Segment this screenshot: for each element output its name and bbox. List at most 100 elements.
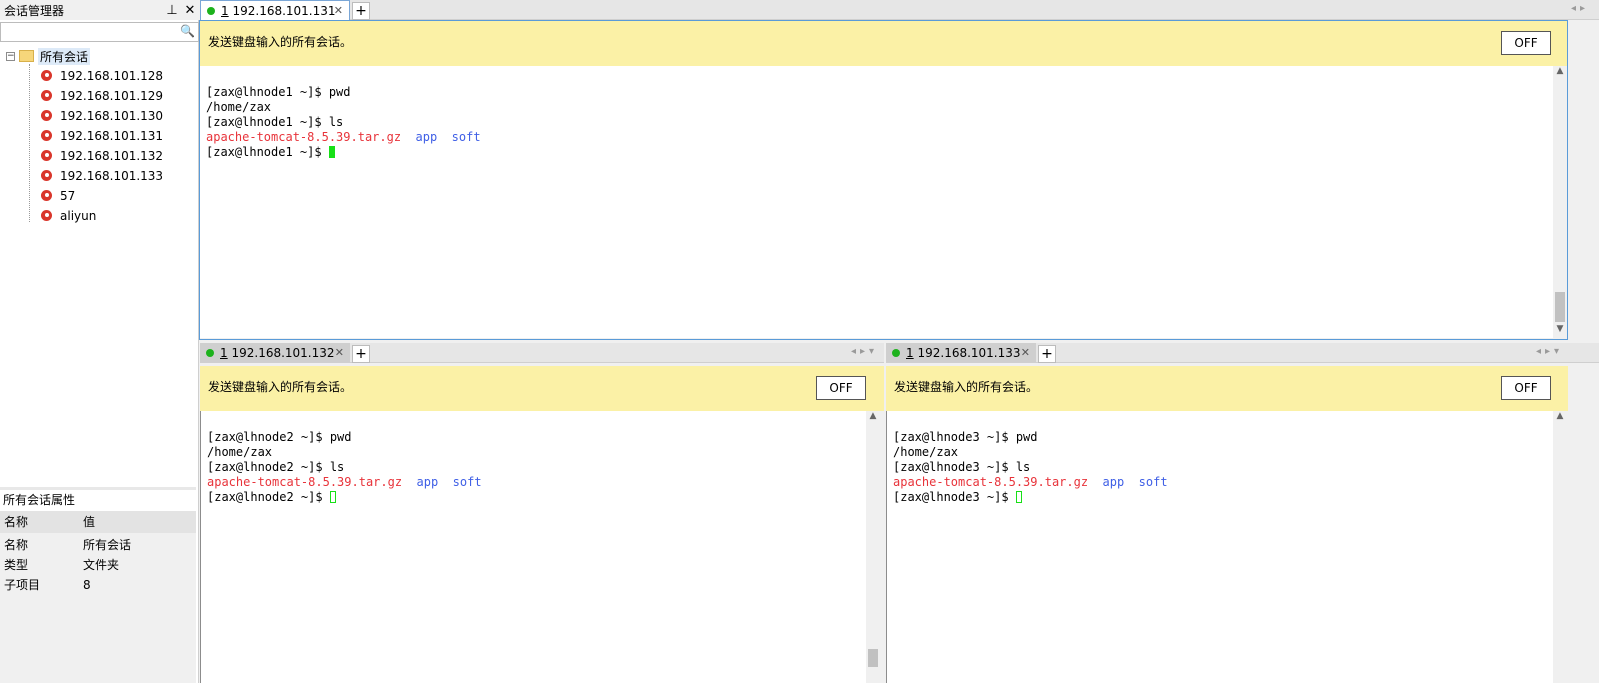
scrollbar-bottom-right[interactable]: ▲ [1553,411,1567,683]
file-archive: apache-tomcat-8.5.39.tar.gz [206,130,402,144]
search-icon[interactable]: 🔍 [180,24,195,38]
dir-soft: soft [1138,475,1168,489]
collapse-icon[interactable]: − [6,51,15,61]
session-icon [38,149,54,163]
terminal-line: [zax@lhnode3 ~]$ [893,490,1016,504]
tab-session-133[interactable]: 1 192.168.101.133 ✕ [886,343,1036,363]
tree-item-session[interactable]: 57 [38,186,75,206]
terminal-cursor [329,491,336,503]
session-manager-title: 会话管理器 [4,3,65,18]
tree-item-session[interactable]: aliyun [38,206,96,226]
scrollbar-bottom-left[interactable]: ▲ [866,411,880,683]
tab-index: 1 [906,346,914,360]
file-archive: apache-tomcat-8.5.39.tar.gz [207,475,403,489]
send-all-banner: 发送键盘输入的所有会话。 OFF [200,21,1567,66]
session-icon [38,169,54,183]
folder-icon [19,50,34,62]
tabbar-top: 1 192.168.101.131 ✕ + ◂▸ [200,0,1599,20]
dir-app: app [1102,475,1125,489]
terminal-line: /home/zax [207,445,273,459]
scroll-down-icon[interactable]: ▼ [1553,324,1567,338]
terminal-cursor [328,146,335,158]
connected-status-icon [206,349,214,357]
properties-col-name: 名称 [4,515,29,529]
property-value: 所有会话 [83,538,132,552]
pin-icon[interactable]: ⊥ [163,3,181,18]
terminal-line: [zax@lhnode2 ~]$ ls [207,460,345,474]
terminal-line: /home/zax [206,100,272,114]
tree-item-session[interactable]: 192.168.101.129 [38,86,163,106]
terminal-bottom-left[interactable]: [zax@lhnode2 ~]$ pwd /home/zax [zax@lhno… [200,411,866,683]
session-label: 192.168.101.128 [60,69,164,83]
banner-text: 发送键盘输入的所有会话。 [208,35,353,49]
terminal-bottom-right[interactable]: [zax@lhnode3 ~]$ pwd /home/zax [zax@lhno… [886,411,1553,683]
scroll-up-icon[interactable]: ▲ [1553,411,1567,425]
session-icon [38,89,54,103]
scroll-thumb[interactable] [1555,292,1565,322]
terminal-line: [zax@lhnode1 ~]$ pwd [206,85,351,99]
tab-session-132[interactable]: 1 192.168.101.132 ✕ [200,343,350,363]
off-button[interactable]: OFF [816,376,866,400]
session-icon [38,209,54,223]
new-tab-button[interactable]: + [352,345,370,363]
close-tab-icon[interactable]: ✕ [334,4,343,17]
session-label: 192.168.101.131 [60,129,164,143]
terminal-line: /home/zax [893,445,959,459]
close-tab-icon[interactable]: ✕ [1021,346,1030,359]
session-icon [38,69,54,83]
off-button[interactable]: OFF [1501,376,1551,400]
banner-text: 发送键盘输入的所有会话。 [208,380,353,394]
tree-item-session[interactable]: 192.168.101.128 [38,66,163,86]
tree-root-all-sessions[interactable]: − 所有会话 [6,46,91,66]
scrollbar-top[interactable]: ▲ ▼ [1553,66,1567,338]
terminal-line: [zax@lhnode3 ~]$ pwd [893,430,1038,444]
session-search-input[interactable]: 🔍 [0,22,199,42]
scroll-up-icon[interactable]: ▲ [1553,66,1567,80]
tab-session-131[interactable]: 1 192.168.101.131 ✕ [200,0,350,20]
send-all-banner: 发送键盘输入的所有会话。 OFF [200,366,884,411]
scroll-thumb[interactable] [868,649,878,667]
dir-app: app [415,130,438,144]
close-icon[interactable]: ✕ [181,3,199,18]
session-label: 57 [60,189,76,203]
property-key: 子项目 [4,578,41,592]
session-label: aliyun [60,209,97,223]
tab-label: 192.168.101.132 [231,346,335,360]
tab-scroll-arrows-icon[interactable]: ◂▸▾ [1536,346,1563,357]
tree-connector-line [29,64,30,222]
session-icon [38,189,54,203]
properties-table: 名称 所有会话 类型 文件夹 子项目 8 [0,533,196,683]
session-icon [38,109,54,123]
properties-col-value: 值 [83,515,96,529]
terminal-top[interactable]: [zax@lhnode1 ~]$ pwd /home/zax [zax@lhno… [200,66,1553,338]
close-tab-icon[interactable]: ✕ [335,346,344,359]
terminal-line: [zax@lhnode2 ~]$ [207,490,330,504]
tree-item-session[interactable]: 192.168.101.130 [38,106,163,126]
off-button[interactable]: OFF [1501,31,1551,55]
session-label: 192.168.101.133 [60,169,164,183]
tabbar-bottom-left: 1 192.168.101.132 ✕ + ◂▸▾ [200,343,884,363]
terminal-line: [zax@lhnode3 ~]$ ls [893,460,1031,474]
tab-scroll-arrows-icon[interactable]: ◂▸▾ [851,346,878,357]
terminal-line: [zax@lhnode2 ~]$ pwd [207,430,352,444]
property-value: 8 [83,578,91,592]
file-archive: apache-tomcat-8.5.39.tar.gz [893,475,1089,489]
new-tab-button[interactable]: + [352,2,370,20]
session-manager-header: 会话管理器 ⊥ ✕ [0,0,199,20]
tree-root-label: 所有会话 [38,47,91,65]
session-icon [38,129,54,143]
tab-scroll-arrows-icon[interactable]: ◂▸ [1571,3,1589,14]
properties-row: 类型 文件夹 [0,555,196,575]
tree-item-session[interactable]: 192.168.101.131 [38,126,163,146]
tree-item-session[interactable]: 192.168.101.133 [38,166,163,186]
properties-row: 子项目 8 [0,575,196,595]
terminal-line: [zax@lhnode1 ~]$ [206,145,329,159]
tab-index: 1 [221,3,229,18]
connected-status-icon [892,349,900,357]
connected-status-icon [207,6,215,15]
tree-item-session[interactable]: 192.168.101.132 [38,146,163,166]
banner-text: 发送键盘输入的所有会话。 [894,380,1039,394]
new-tab-button[interactable]: + [1038,345,1056,363]
scroll-up-icon[interactable]: ▲ [866,411,880,425]
tab-label: 192.168.101.133 [917,346,1021,360]
